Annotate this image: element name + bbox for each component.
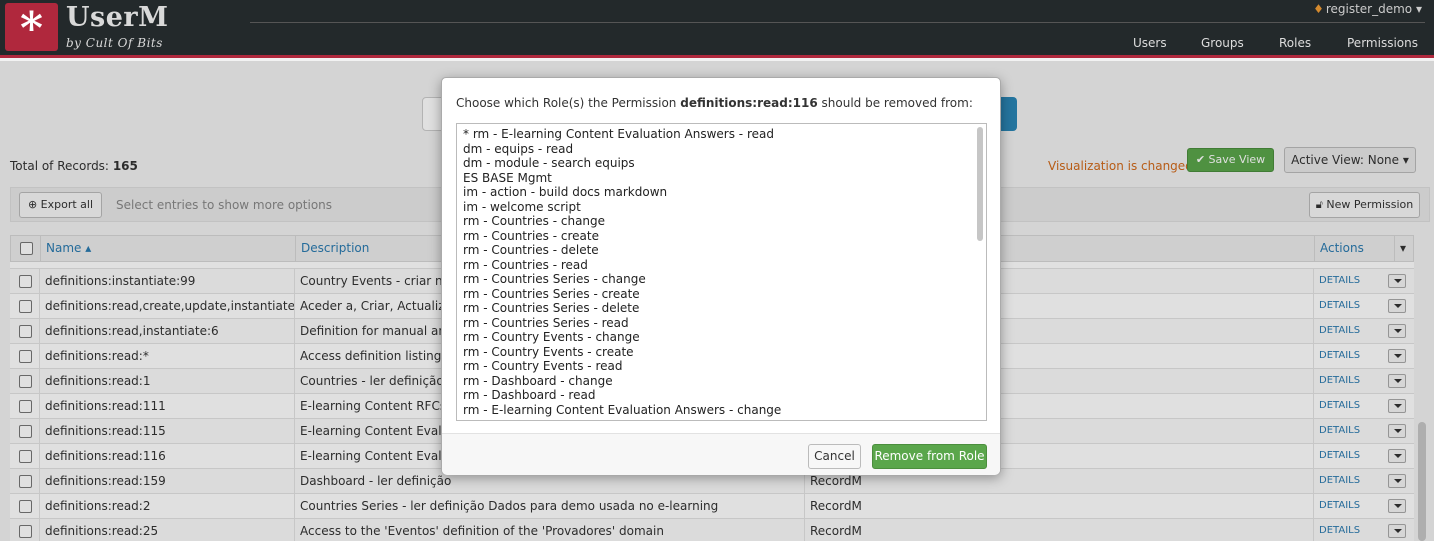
- role-option[interactable]: im - action - build docs markdown: [463, 185, 667, 200]
- role-option[interactable]: rm - Countries Series - change: [463, 272, 646, 287]
- user-menu[interactable]: ♦ register_demo ▾: [1313, 2, 1422, 16]
- logo-icon[interactable]: *: [5, 3, 58, 54]
- role-option[interactable]: rm - Country Events - create: [463, 345, 634, 360]
- dialog-footer: Cancel Remove from Role: [442, 433, 1000, 475]
- role-option[interactable]: rm - Countries - change: [463, 214, 605, 229]
- role-option[interactable]: rm - Country Events - read: [463, 359, 622, 374]
- dialog-title-suffix: should be removed from:: [821, 96, 973, 110]
- dialog-title-prefix: Choose which Role(s) the Permission: [456, 96, 677, 110]
- role-option[interactable]: rm - Countries - read: [463, 258, 588, 273]
- role-option[interactable]: ES BASE Mgmt: [463, 171, 552, 186]
- remove-from-role-dialog: Choose which Role(s) the Permission defi…: [441, 77, 1001, 475]
- role-option[interactable]: im - welcome script: [463, 200, 581, 215]
- nav-roles[interactable]: Roles: [1279, 36, 1311, 50]
- dialog-title: Choose which Role(s) the Permission defi…: [456, 96, 973, 110]
- chevron-down-icon: ▾: [1415, 2, 1422, 16]
- user-menu-label: register_demo: [1325, 2, 1413, 16]
- role-option[interactable]: rm - Countries Series - read: [463, 316, 629, 331]
- nav-groups[interactable]: Groups: [1201, 36, 1244, 50]
- listbox-scrollbar[interactable]: [977, 127, 983, 241]
- role-option[interactable]: rm - Countries Series - create: [463, 287, 640, 302]
- nav-permissions[interactable]: Permissions: [1347, 36, 1418, 50]
- role-option[interactable]: * rm - E-learning Content Evaluation Ans…: [463, 127, 774, 142]
- role-option[interactable]: rm - Dashboard - read: [463, 388, 595, 403]
- remove-from-role-button[interactable]: Remove from Role: [872, 444, 987, 469]
- roles-listbox[interactable]: * rm - E-learning Content Evaluation Ans…: [456, 123, 987, 421]
- top-navbar: * UserM by Cult Of Bits ♦ register_demo ▾…: [0, 0, 1434, 58]
- app-subtitle: by Cult Of Bits: [66, 36, 163, 50]
- flame-icon: ♦: [1313, 2, 1324, 16]
- role-option[interactable]: dm - equips - read: [463, 142, 573, 157]
- role-option[interactable]: rm - E-learning Content Evaluation Answe…: [463, 403, 781, 418]
- role-option[interactable]: rm - Countries - delete: [463, 243, 599, 258]
- nav-users[interactable]: Users: [1133, 36, 1167, 50]
- app-title[interactable]: UserM: [66, 2, 169, 33]
- role-option[interactable]: rm - Countries Series - delete: [463, 301, 639, 316]
- role-option[interactable]: rm - Dashboard - change: [463, 374, 613, 389]
- dialog-permission-name: definitions:read:116: [680, 96, 818, 110]
- cancel-button[interactable]: Cancel: [808, 444, 861, 469]
- header-divider: [250, 22, 1425, 23]
- role-option[interactable]: dm - module - search equips: [463, 156, 635, 171]
- role-option[interactable]: rm - Countries - create: [463, 229, 599, 244]
- role-option[interactable]: rm - Country Events - change: [463, 330, 640, 345]
